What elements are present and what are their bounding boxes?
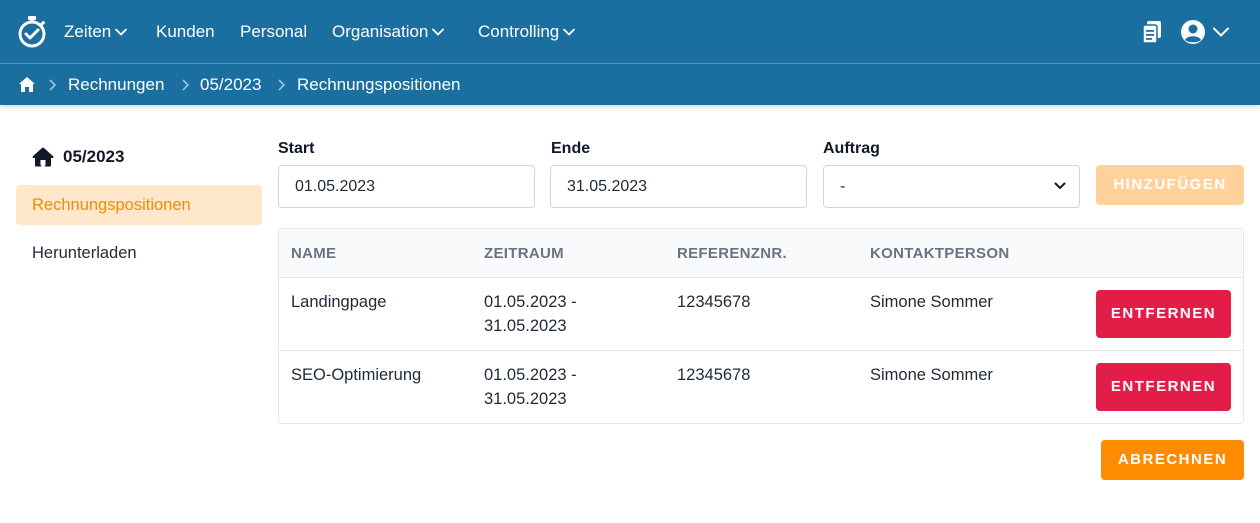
- row-contact: Simone Sommer: [870, 293, 993, 311]
- home-icon[interactable]: [18, 76, 36, 93]
- sidebar-title-label: 05/2023: [63, 147, 125, 166]
- header-kontaktperson: KONTAKTPERSON: [870, 245, 1010, 262]
- nav-controlling[interactable]: Controlling: [478, 20, 576, 44]
- end-date-input[interactable]: 31.05.2023: [550, 165, 807, 208]
- nav-kunden-label: Kunden: [156, 22, 215, 41]
- table-header: NAME ZEITRAUM REFERENZNR. KONTAKTPERSON: [279, 229, 1243, 278]
- row-ref: 12345678: [677, 293, 751, 311]
- row-period-end: 31.05.2023: [484, 390, 567, 408]
- stopwatch-check-icon[interactable]: [17, 15, 47, 48]
- chevron-right-icon: [182, 79, 190, 91]
- row-name: SEO-Optimierung: [291, 366, 422, 384]
- nav-personal[interactable]: Personal: [240, 20, 307, 44]
- chevron-right-icon: [278, 79, 286, 91]
- home-icon: [32, 147, 54, 167]
- row-name: Landingpage: [291, 293, 387, 311]
- sidebar-item-rechnungspositionen[interactable]: Rechnungspositionen: [16, 185, 262, 225]
- nav-controlling-label: Controlling: [478, 22, 560, 41]
- nav-kunden[interactable]: Kunden: [156, 20, 215, 44]
- clipboard-copy-icon[interactable]: [1141, 20, 1163, 44]
- row-period-end: 31.05.2023: [484, 317, 567, 335]
- row-period-start: 01.05.2023 -: [484, 293, 577, 311]
- chevron-down-icon: [115, 28, 128, 36]
- main-nav: Zeiten Kunden Personal Organisation Cont…: [0, 0, 1260, 64]
- row-period-start: 01.05.2023 -: [484, 366, 577, 384]
- nav-personal-label: Personal: [240, 22, 308, 41]
- top-bar: Zeiten Kunden Personal Organisation Cont…: [0, 0, 1260, 105]
- nav-zeiten-label: Zeiten: [64, 22, 112, 41]
- nav-organisation[interactable]: Organisation: [332, 20, 445, 44]
- remove-button[interactable]: ENTFERNEN: [1096, 363, 1231, 411]
- chevron-down-icon: [1213, 27, 1229, 37]
- user-circle-icon: [1181, 20, 1205, 44]
- breadcrumb-rechnungen[interactable]: Rechnungen: [68, 74, 164, 96]
- breadcrumb: Rechnungen 05/2023 Rechnungspositionen: [0, 65, 1260, 105]
- breadcrumb-current: Rechnungspositionen: [297, 75, 461, 94]
- order-select-value: -: [840, 178, 846, 195]
- breadcrumb-invoice[interactable]: 05/2023: [200, 74, 261, 96]
- order-select[interactable]: -: [823, 165, 1080, 208]
- remove-button[interactable]: ENTFERNEN: [1096, 290, 1231, 338]
- chevron-down-icon: [432, 28, 445, 36]
- sidebar-item-herunterladen[interactable]: Herunterladen: [16, 233, 262, 273]
- end-label: Ende: [551, 140, 591, 157]
- header-zeitraum: ZEITRAUM: [484, 245, 564, 262]
- row-period: 01.05.2023 - 31.05.2023: [484, 290, 577, 338]
- chevron-right-icon: [49, 79, 57, 91]
- nav-organisation-label: Organisation: [332, 22, 429, 41]
- header-referenznr: REFERENZNR.: [677, 245, 787, 262]
- chevron-down-icon: [563, 28, 576, 36]
- nav-zeiten[interactable]: Zeiten: [64, 20, 128, 44]
- user-menu[interactable]: [1180, 19, 1236, 45]
- sidebar-title: 05/2023: [32, 144, 124, 170]
- chevron-down-icon: [1054, 182, 1066, 190]
- start-date-input[interactable]: 01.05.2023: [278, 165, 535, 208]
- header-name: NAME: [291, 245, 337, 262]
- row-contact: Simone Sommer: [870, 366, 993, 384]
- start-label: Start: [278, 140, 315, 157]
- add-button[interactable]: HINZUFÜGEN: [1096, 165, 1244, 205]
- bill-button[interactable]: ABRECHNEN: [1101, 440, 1244, 480]
- row-ref: 12345678: [677, 366, 751, 384]
- order-label: Auftrag: [823, 140, 880, 157]
- row-period: 01.05.2023 - 31.05.2023: [484, 363, 577, 411]
